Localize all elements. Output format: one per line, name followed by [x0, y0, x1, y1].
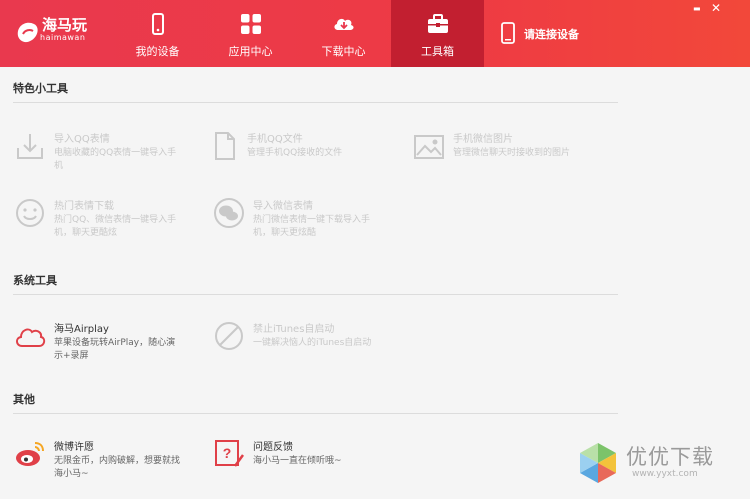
watermark-logo-icon [580, 443, 616, 483]
tool-description: 无限金币，内购破解，想要就找海小马~ [54, 456, 181, 479]
top-bar: 海马玩 haimawan 我的设备 应用中心 下载中心 工具箱 请连接设备 ▬ … [0, 0, 750, 67]
watermark: 优优下载 www.yyxt.com [574, 439, 724, 489]
tool-description: 管理手机QQ接收的文件 [247, 148, 343, 158]
tool-name: 微博许愿 [54, 442, 94, 453]
tab-toolbox[interactable]: 工具箱 [391, 0, 484, 67]
phone-icon [151, 13, 164, 35]
tool-description: 管理微信聊天时接收到的图片 [453, 148, 571, 158]
divider [13, 413, 618, 414]
toolbox-icon [427, 14, 448, 33]
watermark-text: 优优下载 [626, 445, 714, 469]
tab-app-center[interactable]: 应用中心 [204, 0, 297, 67]
feedback-icon: ? [215, 440, 245, 467]
tool-airplay[interactable]: 海马Airplay 苹果设备玩转AirPlay，随心演示+录屏 [14, 320, 204, 370]
section-title-system: 系统工具 [13, 274, 57, 287]
wechat-icon [214, 198, 244, 228]
smiley-icon [16, 199, 44, 227]
tool-name: 导入QQ表情 [54, 134, 110, 145]
tab-label: 下载中心 [321, 45, 366, 58]
tool-name: 导入微信表情 [253, 201, 313, 212]
tab-label: 我的设备 [135, 45, 180, 58]
watermark-url: www.yyxt.com [632, 469, 698, 479]
logo-text: 海马玩 [42, 16, 88, 34]
tool-wechat-images[interactable]: 手机微信图片 管理微信聊天时接收到的图片 [413, 130, 603, 180]
tool-description: 海小马一直在倾听哦~ [253, 456, 342, 466]
download-tray-icon [17, 134, 43, 159]
tab-label: 工具箱 [421, 45, 454, 58]
tool-description: 一键解决恼人的iTunes自启动 [253, 338, 372, 348]
close-button[interactable]: ✕ [711, 2, 721, 14]
tool-name: 问题反馈 [253, 442, 293, 453]
tool-name: 禁止iTunes自启动 [253, 324, 335, 335]
logo-subtext: haimawan [40, 33, 86, 42]
tool-name: 手机QQ文件 [247, 134, 303, 145]
tool-qq-files[interactable]: 手机QQ文件 管理手机QQ接收的文件 [207, 130, 397, 180]
tool-description: 苹果设备玩转AirPlay，随心演示+录屏 [54, 338, 176, 361]
tool-name: 热门表情下载 [54, 201, 114, 212]
tool-name: 海马Airplay [54, 324, 109, 335]
tool-feedback[interactable]: ? 问题反馈 海小马一直在倾听哦~ [213, 438, 403, 488]
tool-import-qq-emoji[interactable]: 导入QQ表情 电脑收藏的QQ表情一键导入手机 [14, 130, 204, 180]
tool-description: 热门微信表情一键下载导入手机，聊天更炫酷 [253, 215, 371, 238]
divider [13, 294, 618, 295]
phone-icon [501, 22, 515, 44]
tab-download-center[interactable]: 下载中心 [297, 0, 390, 67]
divider [13, 102, 618, 103]
section-title-other: 其他 [13, 393, 35, 406]
svg-text:?: ? [223, 445, 232, 461]
tab-label: 应用中心 [228, 45, 273, 58]
cloud-download-icon [333, 18, 354, 30]
tab-my-device[interactable]: 我的设备 [111, 0, 204, 67]
tool-weibo-wish[interactable]: 微博许愿 无限金币，内购破解，想要就找海小马~ [14, 438, 204, 488]
cloud-outline-icon [16, 328, 46, 347]
tool-description: 热门QQ、微信表情一键导入手机，聊天更酷炫 [54, 215, 177, 238]
forbidden-icon [215, 322, 243, 350]
section-title-featured: 特色小工具 [13, 82, 68, 95]
tool-name: 手机微信图片 [453, 134, 513, 145]
tool-hot-emoji-download[interactable]: 热门表情下载 热门QQ、微信表情一键导入手机，聊天更酷炫 [14, 197, 204, 247]
connect-label: 请连接设备 [524, 28, 579, 41]
apps-grid-icon [240, 14, 261, 34]
tool-import-wechat-emoji[interactable]: 导入微信表情 热门微信表情一键下载导入手机，聊天更炫酷 [213, 197, 403, 247]
tool-description: 电脑收藏的QQ表情一键导入手机 [54, 148, 177, 171]
weibo-icon [16, 442, 44, 466]
image-icon [414, 135, 444, 159]
tool-disable-itunes-autostart[interactable]: 禁止iTunes自启动 一键解决恼人的iTunes自启动 [213, 320, 403, 370]
minimize-button[interactable]: ▬ [693, 3, 701, 15]
file-icon [215, 132, 235, 160]
